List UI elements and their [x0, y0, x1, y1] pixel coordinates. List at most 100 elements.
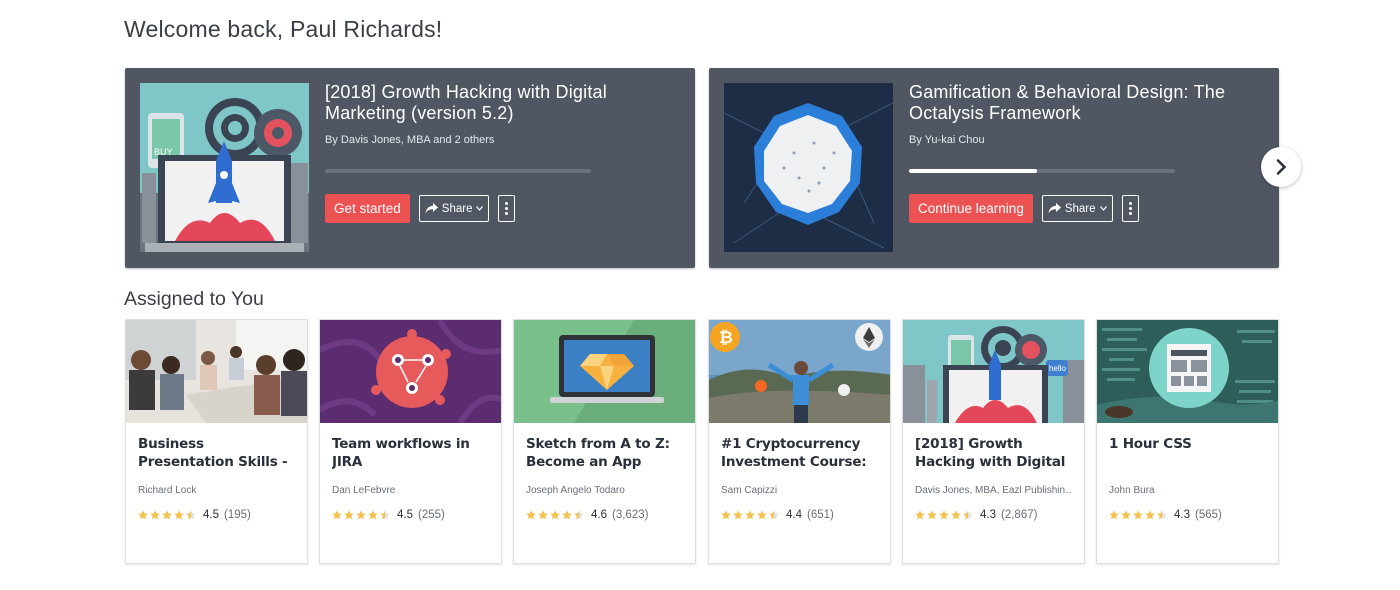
course-title[interactable]: Business Presentation Skills - Excellenc…: [138, 435, 295, 471]
assigned-section-title: Assigned to You: [124, 288, 264, 310]
star-icon: [1109, 510, 1119, 520]
kebab-menu-icon: [505, 202, 509, 215]
star-icon: [915, 510, 925, 520]
rating-value: 4.5: [397, 509, 413, 521]
continue-course-card[interactable]: Gamification & Behavioral Design: The Oc…: [709, 68, 1279, 268]
course-thumbnail[interactable]: [514, 320, 695, 423]
rating-count: (2,867): [1001, 509, 1038, 521]
course-title[interactable]: Gamification & Behavioral Design: The Oc…: [909, 82, 1265, 124]
star-icon: [745, 510, 755, 520]
course-title[interactable]: Team workflows in JIRA: [332, 435, 489, 471]
rating-count: (651): [807, 509, 834, 521]
course-rating: 4.6 (3,623): [526, 509, 683, 521]
rating-count: (195): [224, 509, 251, 521]
star-rating: [332, 510, 390, 520]
course-card[interactable]: 1 Hour CSS John Bura 4.3 (565): [1096, 319, 1279, 564]
rating-value: 4.3: [980, 509, 996, 521]
star-icon: [162, 510, 172, 520]
star-icon: [368, 510, 378, 520]
star-icon: [721, 510, 731, 520]
share-icon: [425, 203, 438, 214]
course-title[interactable]: [2018] Growth Hacking with Digital Marke…: [325, 82, 681, 124]
kebab-menu-icon: [1128, 202, 1132, 215]
star-icon: [550, 510, 560, 520]
star-icon: [344, 510, 354, 520]
course-thumbnail[interactable]: [126, 320, 307, 423]
more-options-button[interactable]: [1121, 195, 1139, 222]
rating-value: 4.3: [1174, 509, 1190, 521]
share-button[interactable]: Share: [1041, 195, 1113, 222]
rating-count: (3,623): [612, 509, 649, 521]
star-icon: [138, 510, 148, 520]
star-rating: [1109, 510, 1167, 520]
course-card[interactable]: ₿ #1 Cryptocurrency Investment Course: A…: [708, 319, 891, 564]
course-card[interactable]: hello [2018] Growth Hacking with Digital…: [902, 319, 1085, 564]
continue-course-card[interactable]: BUY [2018] Growth Hacking with Digital M…: [125, 68, 695, 268]
course-card[interactable]: Team workflows in JIRA Dan LeFebvre 4.5 …: [319, 319, 502, 564]
course-author: Joseph Angelo Todaro: [526, 485, 625, 496]
course-rating: 4.4 (651): [721, 509, 878, 521]
course-author: Richard Lock: [138, 485, 197, 496]
svg-text:hello: hello: [1049, 364, 1066, 373]
course-title[interactable]: 1 Hour CSS: [1109, 435, 1266, 471]
course-title[interactable]: [2018] Growth Hacking with Digital Marke…: [915, 435, 1072, 471]
chevron-right-icon: [1276, 159, 1286, 175]
course-thumbnail[interactable]: [320, 320, 501, 423]
course-thumbnail[interactable]: [1097, 320, 1278, 423]
rating-count: (255): [418, 509, 445, 521]
course-author: Sam Capizzi: [721, 485, 778, 496]
star-icon: [356, 510, 366, 520]
star-icon: [150, 510, 160, 520]
star-icon: [1145, 510, 1155, 520]
get-started-button[interactable]: Get started: [325, 194, 410, 223]
course-card[interactable]: Sketch from A to Z: Become an App Design…: [513, 319, 696, 564]
carousel-next-button[interactable]: [1261, 147, 1301, 187]
star-icon: [951, 510, 961, 520]
course-author: Davis Jones, MBA, Eazl Publishin…: [915, 485, 1072, 496]
chevron-down-icon: [1099, 206, 1107, 211]
star-icon: [939, 510, 949, 520]
star-rating: [138, 510, 196, 520]
rating-value: 4.4: [786, 509, 802, 521]
rating-value: 4.6: [591, 509, 607, 521]
course-card[interactable]: Business Presentation Skills - Excellenc…: [125, 319, 308, 564]
star-icon: [538, 510, 548, 520]
star-icon: [927, 510, 937, 520]
star-icon: [1157, 510, 1167, 520]
star-icon: [769, 510, 779, 520]
course-author: Dan LeFebvre: [332, 485, 396, 496]
svg-text:₿: ₿: [719, 328, 733, 347]
star-rating: [915, 510, 973, 520]
star-icon: [562, 510, 572, 520]
course-thumbnail[interactable]: ₿: [709, 320, 890, 423]
more-options-button[interactable]: [498, 195, 516, 222]
continue-learning-button[interactable]: Continue learning: [909, 194, 1033, 223]
share-button[interactable]: Share: [418, 195, 490, 222]
welcome-heading: Welcome back, Paul Richards!: [124, 16, 443, 42]
share-label: Share: [441, 202, 473, 215]
rating-count: (565): [1195, 509, 1222, 521]
course-author: By Davis Jones, MBA and 2 others: [325, 134, 495, 146]
star-icon: [1133, 510, 1143, 520]
chevron-down-icon: [476, 206, 484, 211]
course-author: By Yu-kai Chou: [909, 134, 985, 146]
star-rating: [721, 510, 779, 520]
star-icon: [757, 510, 767, 520]
star-icon: [380, 510, 390, 520]
course-rating: 4.5 (255): [332, 509, 489, 521]
course-rating: 4.3 (2,867): [915, 509, 1072, 521]
course-thumbnail[interactable]: hello: [903, 320, 1084, 423]
star-icon: [963, 510, 973, 520]
progress-fill: [909, 169, 1037, 173]
course-thumbnail[interactable]: BUY: [140, 83, 309, 252]
course-author: John Bura: [1109, 485, 1155, 496]
course-title[interactable]: Sketch from A to Z: Become an App Design…: [526, 435, 683, 471]
progress-bar: [325, 169, 591, 173]
star-icon: [574, 510, 584, 520]
rating-value: 4.5: [203, 509, 219, 521]
progress-bar: [909, 169, 1175, 173]
course-rating: 4.5 (195): [138, 509, 295, 521]
course-thumbnail[interactable]: [724, 83, 893, 252]
course-title[interactable]: #1 Cryptocurrency Investment Course: A…: [721, 435, 878, 471]
star-icon: [733, 510, 743, 520]
